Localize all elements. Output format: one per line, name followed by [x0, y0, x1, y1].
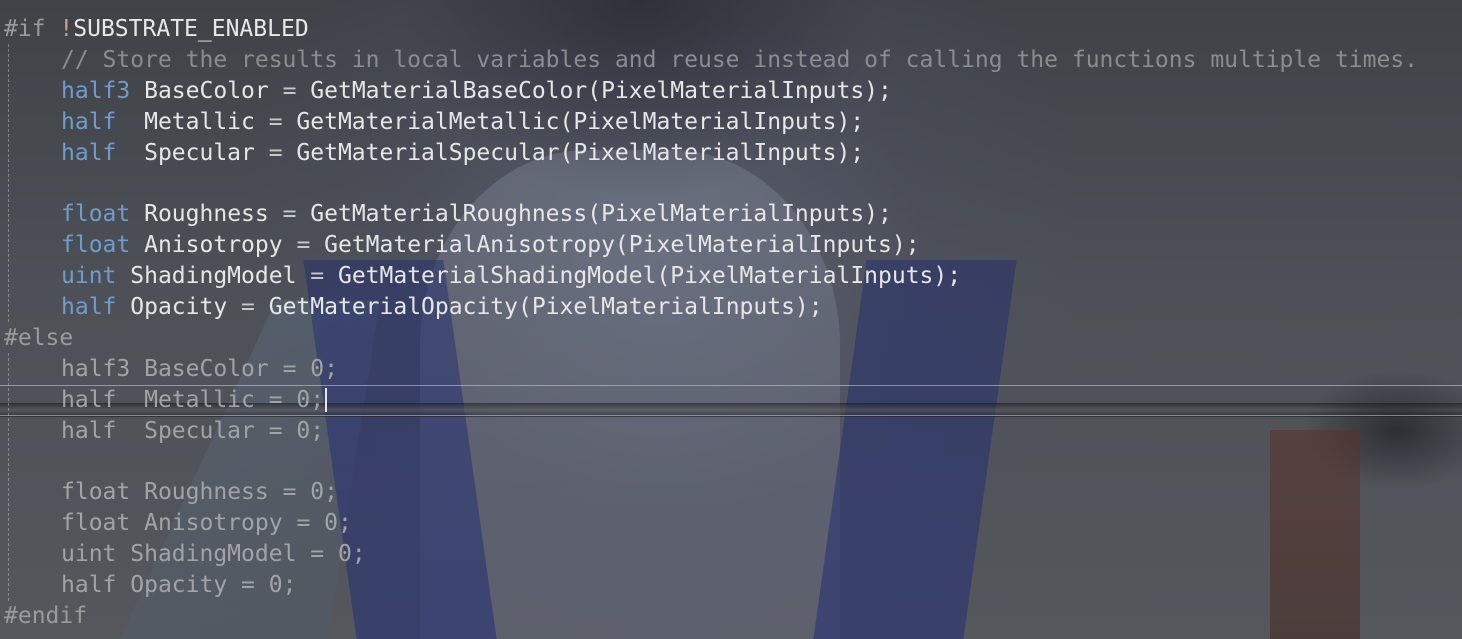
variable-name: ShadingModel [130, 541, 297, 568]
code-line-if[interactable]: #if !SUBSTRATE_ENABLED [4, 14, 1462, 45]
variable-name: Roughness [144, 201, 269, 228]
code-line[interactable]: half Specular = GetMaterialSpecular(Pixe… [4, 138, 1462, 169]
variable-name: Anisotropy [144, 510, 283, 537]
type-keyword: float [61, 510, 131, 537]
code-line-inactive[interactable]: float Anisotropy = 0; [4, 508, 1462, 539]
text-caret [325, 388, 328, 413]
type-keyword: float [61, 201, 131, 228]
code-line-inactive[interactable]: half Opacity = 0; [4, 570, 1462, 601]
preprocessor-else: #else [4, 324, 74, 351]
type-keyword: half3 [61, 355, 131, 382]
code-editor[interactable]: #if !SUBSTRATE_ENABLED // Store the resu… [0, 0, 1462, 639]
variable-name: Metallic [144, 108, 255, 135]
variable-name: BaseColor [144, 355, 269, 382]
code-line-else[interactable]: #else [4, 323, 1462, 354]
function-call: GetMaterialRoughness(PixelMaterialInputs… [310, 201, 892, 228]
code-line-blank[interactable] [4, 446, 1462, 477]
preprocessor-endif: #endif [4, 602, 88, 629]
code-line-inactive[interactable]: float Roughness = 0; [4, 477, 1462, 508]
literal-value: 0; [268, 572, 297, 599]
code-line-inactive[interactable]: half3 BaseColor = 0; [4, 354, 1462, 385]
literal-value: 0; [310, 355, 338, 382]
variable-name: Metallic [144, 386, 255, 413]
code-line-comment[interactable]: // Store the results in local variables … [4, 45, 1462, 76]
type-keyword: half [61, 108, 117, 135]
code-line[interactable]: half Metallic = GetMaterialMetallic(Pixe… [4, 107, 1462, 138]
preprocessor-if: #if [4, 16, 46, 42]
code-line[interactable]: float Anisotropy = GetMaterialAnisotropy… [4, 230, 1462, 261]
code-line[interactable]: uint ShadingModel = GetMaterialShadingMo… [4, 261, 1462, 292]
function-call: GetMaterialBaseColor(PixelMaterialInputs… [310, 77, 892, 104]
type-keyword: uint [61, 541, 117, 568]
function-call: GetMaterialOpacity(PixelMaterialInputs); [268, 294, 823, 321]
function-call: GetMaterialShadingModel(PixelMaterialInp… [337, 263, 962, 290]
type-keyword: half [61, 294, 117, 321]
type-keyword: half [61, 139, 117, 166]
function-call: GetMaterialAnisotropy(PixelMaterialInput… [324, 232, 920, 259]
code-line[interactable]: half Opacity = GetMaterialOpacity(PixelM… [4, 292, 1462, 323]
code-line-current[interactable]: half Metallic = 0; [0, 385, 1462, 416]
code-line[interactable]: float Roughness = GetMaterialRoughness(P… [4, 199, 1462, 230]
code-line[interactable]: half3 BaseColor = GetMaterialBaseColor(P… [4, 76, 1462, 107]
type-keyword: half [61, 417, 117, 444]
code-line-inactive[interactable]: uint ShadingModel = 0; [4, 539, 1462, 570]
literal-value: 0; [310, 479, 338, 506]
type-keyword: half3 [61, 77, 131, 104]
variable-name: Opacity [130, 572, 228, 599]
negation-operator: ! [59, 16, 74, 42]
code-line-inactive[interactable]: half Specular = 0; [4, 416, 1462, 447]
code-comment: // Store the results in local variables … [61, 46, 1419, 73]
variable-name: Roughness [144, 479, 269, 506]
macro-name: SUBSTRATE_ENABLED [73, 16, 309, 42]
function-call: GetMaterialSpecular(PixelMaterialInputs)… [296, 139, 865, 166]
type-keyword: half [61, 572, 117, 599]
variable-name: Opacity [130, 294, 228, 321]
variable-name: Specular [144, 139, 255, 166]
literal-value: 0; [296, 417, 325, 444]
code-text[interactable]: #if !SUBSTRATE_ENABLED // Store the resu… [4, 14, 1462, 632]
variable-name: BaseColor [144, 77, 269, 104]
variable-name: Specular [144, 417, 255, 444]
type-keyword: float [61, 232, 131, 259]
literal-value: 0; [337, 541, 366, 568]
literal-value: 0; [296, 386, 325, 413]
type-keyword: uint [61, 263, 117, 290]
variable-name: ShadingModel [130, 263, 297, 290]
code-line-blank[interactable] [4, 168, 1462, 199]
code-line-endif[interactable]: #endif [4, 601, 1462, 632]
literal-value: 0; [324, 510, 352, 537]
type-keyword: float [61, 479, 131, 506]
variable-name: Anisotropy [144, 232, 283, 259]
function-call: GetMaterialMetallic(PixelMaterialInputs)… [296, 108, 865, 135]
type-keyword: half [61, 386, 117, 413]
